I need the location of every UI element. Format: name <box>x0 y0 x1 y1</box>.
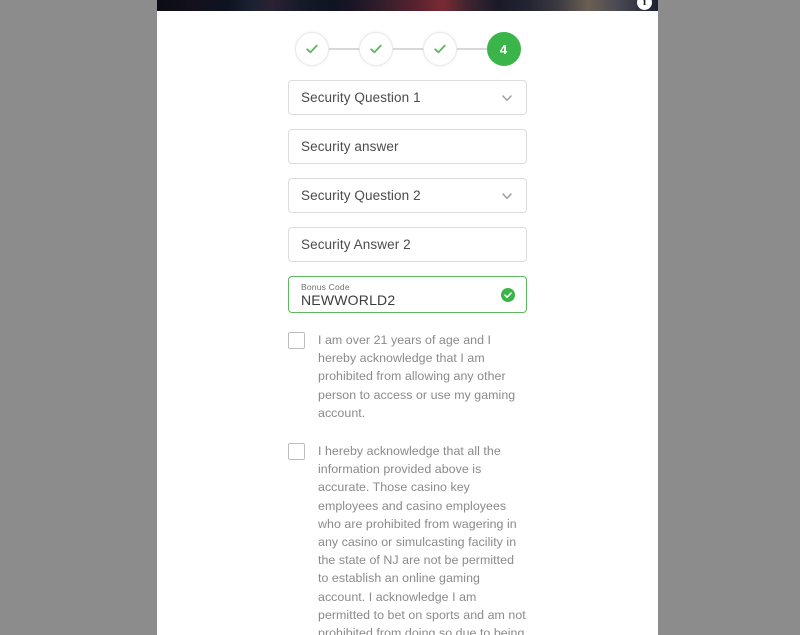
step-3-complete[interactable] <box>422 32 457 66</box>
chevron-down-icon[interactable] <box>500 189 514 203</box>
registration-form: 4 Security Question 1 Security answer Se… <box>157 32 658 635</box>
consent-age-text: I am over 21 years of age and I hereby a… <box>318 333 516 420</box>
consent-age-row[interactable]: I am over 21 years of age and I hereby a… <box>288 331 527 422</box>
check-icon <box>305 44 318 54</box>
step-4-active[interactable]: 4 <box>486 32 521 66</box>
security-answer-2-input[interactable]: Security Answer 2 <box>288 227 527 262</box>
registration-page: i 4 Security Question 1 Security answer … <box>157 0 658 635</box>
step-connector <box>328 48 359 50</box>
consent-age-checkbox[interactable] <box>288 332 305 349</box>
check-icon <box>369 44 382 54</box>
check-icon <box>433 44 446 54</box>
screenshot-viewport: i 4 Security Question 1 Security answer … <box>0 0 800 635</box>
step-1-complete[interactable] <box>294 32 329 66</box>
step-connector <box>392 48 423 50</box>
security-question-1-select[interactable]: Security Question 1 <box>288 80 527 115</box>
security-question-2-select[interactable]: Security Question 2 <box>288 178 527 213</box>
check-icon <box>504 291 512 298</box>
consent-accuracy-checkbox[interactable] <box>288 443 305 461</box>
step-connector <box>456 48 487 50</box>
bonus-code-value: NEWWORLD2 <box>301 291 396 308</box>
bonus-code-input[interactable]: Bonus Code NEWWORLD2 <box>288 276 527 313</box>
consent-accuracy-row[interactable]: I hereby acknowledge that all the inform… <box>288 442 527 635</box>
consent-accuracy-text: I hereby acknowledge that all the inform… <box>318 444 526 635</box>
chevron-down-icon[interactable] <box>500 91 514 105</box>
security-answer-2-placeholder: Security Answer 2 <box>301 237 411 252</box>
security-question-1-value: Security Question 1 <box>301 90 421 105</box>
check-circle-icon <box>501 287 515 302</box>
step-2-complete[interactable] <box>358 32 393 66</box>
bonus-code-label: Bonus Code <box>301 281 350 292</box>
security-answer-1-input[interactable]: Security answer <box>288 129 527 164</box>
security-question-2-value: Security Question 2 <box>301 188 421 203</box>
info-icon[interactable]: i <box>637 0 652 10</box>
progress-stepper: 4 <box>288 32 527 66</box>
hero-banner-image: i <box>157 0 658 11</box>
security-answer-1-placeholder: Security answer <box>301 139 399 154</box>
